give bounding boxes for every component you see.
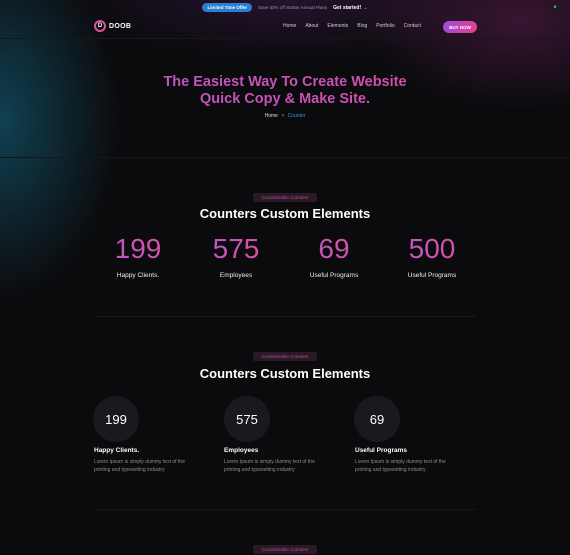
section-tag: Customizable Counters	[253, 193, 317, 202]
promo-bar: Limited Time Offer Save 50% off Starter …	[0, 0, 570, 15]
nav-contact[interactable]: Contact	[404, 23, 421, 29]
breadcrumb-home[interactable]: Home	[265, 113, 278, 119]
counter-description-line: printing and typesetting industry	[224, 467, 295, 473]
counter-title: Happy Clients.	[94, 447, 140, 454]
counter-description-line: Lorem Ipsum is simply dummy text of the	[94, 459, 185, 465]
counter-description: Lorem Ipsum is simply dummy text of the …	[94, 458, 194, 474]
page: Limited Time Offer Save 50% off Starter …	[0, 0, 570, 555]
logo[interactable]: D DOOB	[94, 20, 131, 32]
offer-text: Save 50% off Starter Annual Plans	[258, 5, 328, 10]
counter-description: Lorem Ipsum is simply dummy text of the …	[224, 458, 324, 474]
counter-title: Useful Programs	[355, 447, 408, 454]
counter-label: Useful Programs	[407, 272, 457, 279]
counter-description: Lorem Ipsum is simply dummy text of the …	[355, 458, 455, 474]
counter-title: Employees	[224, 447, 259, 454]
counter-value: 199	[88, 234, 188, 264]
counter-value: 575	[186, 234, 286, 264]
counter-value: 69	[284, 234, 384, 264]
counter-label: Employees	[219, 272, 253, 279]
breadcrumb-separator: >	[281, 113, 285, 119]
counter-circle: 69	[354, 396, 400, 442]
divider	[0, 157, 570, 158]
get-started-label[interactable]: Get started!	[333, 5, 361, 11]
nav-portfolio[interactable]: Portfolio	[376, 23, 394, 29]
counter-description-line: printing and typesetting industry	[94, 467, 165, 473]
counter-item: 199 Happy Clients.	[88, 234, 188, 280]
section-tag: Customizable Counters	[253, 545, 317, 554]
buy-now-button[interactable]: BUY NOW	[443, 21, 477, 33]
counter-item: 575 Employees	[186, 234, 286, 280]
counter-item: 69 Useful Programs	[284, 234, 384, 280]
counter-circle: 199	[93, 396, 139, 442]
main-nav: Home About Elements Blog Portfolio Conta…	[283, 23, 421, 29]
hero-title-line1: The Easiest Way To Create Website	[163, 74, 407, 90]
nav-about[interactable]: About	[305, 23, 318, 29]
arrow-right-icon: →	[362, 4, 368, 11]
hero-title: The Easiest Way To Create Website Quick …	[0, 74, 570, 108]
divider	[96, 316, 476, 317]
counter-label: Happy Clients.	[116, 272, 160, 279]
counter-description-line: Lorem Ipsum is simply dummy text of the	[224, 459, 315, 465]
counter-description-line: printing and typesetting industry	[355, 467, 426, 473]
counter-item: 500 Useful Programs	[382, 234, 482, 280]
get-started-link[interactable]: Get started! →	[333, 5, 367, 11]
breadcrumb-current: Counter	[287, 113, 306, 119]
logo-mark: D	[94, 20, 106, 32]
close-icon[interactable]: ×	[550, 3, 560, 13]
nav-elements[interactable]: Elements	[327, 23, 348, 29]
counter-value: 500	[382, 234, 482, 264]
offer-badge: Limited Time Offer	[202, 3, 253, 12]
nav-home[interactable]: Home	[283, 23, 296, 29]
section-title: Counters Custom Elements	[199, 206, 371, 221]
hero-title-line2: Quick Copy & Make Site.	[199, 91, 371, 107]
section-tag: Customizable Counters	[253, 352, 317, 361]
counter-label: Useful Programs	[309, 272, 359, 279]
counter-description-line: Lorem Ipsum is simply dummy text of the	[355, 459, 446, 465]
counter-circle: 575	[224, 396, 270, 442]
section-title: Counters Custom Elements	[199, 366, 371, 381]
breadcrumb: Home > Counter	[0, 113, 570, 119]
divider	[96, 509, 476, 510]
logo-text: DOOB	[109, 22, 132, 30]
nav-blog[interactable]: Blog	[357, 23, 367, 29]
